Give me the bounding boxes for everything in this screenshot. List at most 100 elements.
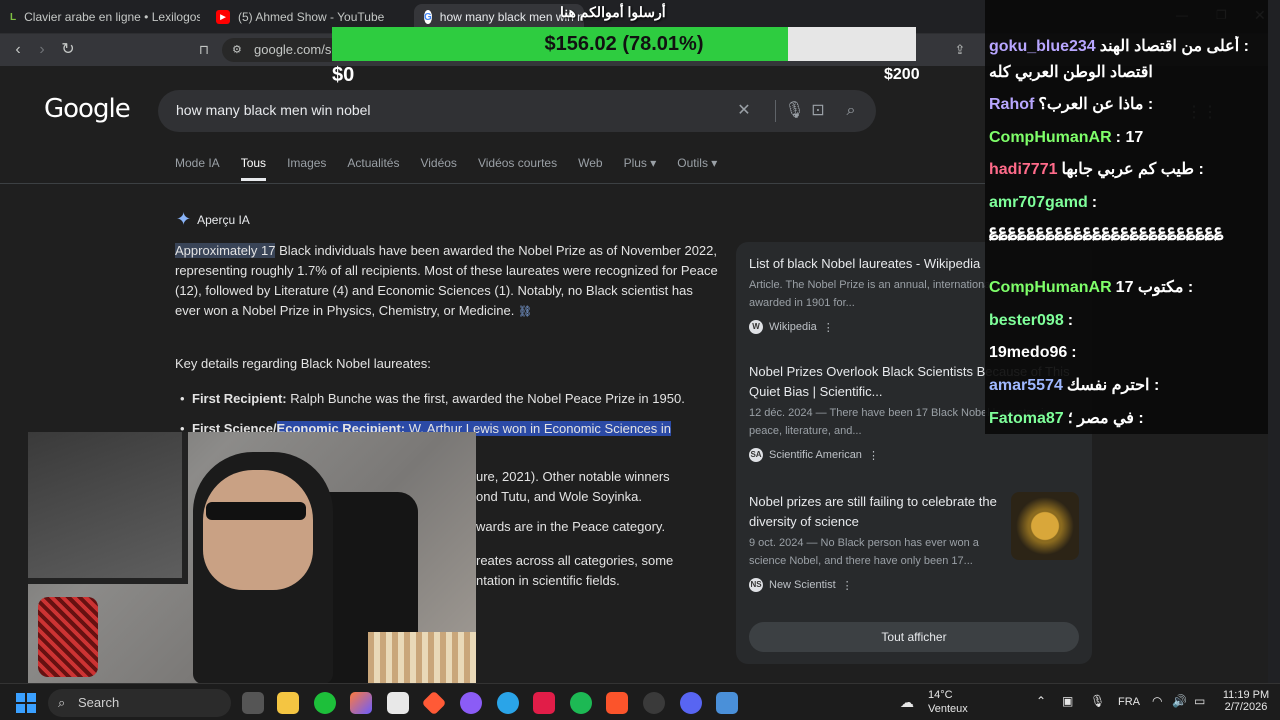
webcam-sunglasses	[206, 502, 306, 520]
source-card[interactable]: Nobel prizes are still failing to celebr…	[749, 492, 1009, 592]
language-indicator[interactable]: FRA	[1118, 696, 1140, 720]
google-icon: G	[424, 10, 432, 24]
tab-outils[interactable]: Outils ▾	[677, 156, 717, 180]
nobel-medal-thumbnail[interactable]	[1011, 492, 1079, 560]
chat-text: في مصر ؛ :	[1067, 410, 1144, 427]
store-icon[interactable]	[387, 692, 409, 714]
source-site: NS New Scientist ⋮	[749, 578, 1009, 592]
chat-username[interactable]: amar5574	[989, 377, 1063, 394]
chrome-icon[interactable]	[497, 692, 519, 714]
weather-widget[interactable]: ☁ 14°C Venteux	[900, 684, 980, 720]
chat-username[interactable]: bester098	[989, 312, 1064, 329]
tab-web[interactable]: Web	[578, 156, 602, 180]
source-site: SA Scientific American ⋮	[749, 448, 1079, 462]
app-icon[interactable]	[533, 692, 555, 714]
chat-username[interactable]: amr707gamd	[989, 194, 1088, 211]
tab-videos-courtes[interactable]: Vidéos courtes	[478, 156, 557, 180]
chat-username[interactable]: 19medo96	[989, 344, 1067, 361]
chat-text: أعلى من اقتصاد الهند :	[1099, 38, 1249, 55]
webcam-feed	[28, 432, 476, 684]
chat-username[interactable]: Fatoma87	[989, 410, 1064, 427]
ai-overview-header: ✦ Aperçu IA	[176, 209, 250, 230]
site-name: New Scientist	[769, 579, 836, 591]
tab-tous[interactable]: Tous	[240, 156, 267, 181]
copilot-icon[interactable]	[350, 692, 372, 714]
microphone-icon[interactable]: 🎙	[1090, 694, 1105, 720]
ai-overview-title: Aperçu IA	[197, 212, 250, 227]
volume-icon[interactable]: 🔊	[1172, 694, 1187, 720]
link-icon[interactable]: ⛓	[518, 306, 532, 318]
file-explorer-icon[interactable]	[277, 692, 299, 714]
tab-lexilogos[interactable]: L Clavier arabe en ligne • Lexilogos	[10, 4, 200, 30]
google-logo[interactable]: Google	[44, 94, 131, 124]
back-icon[interactable]: ‹	[8, 40, 28, 60]
tab-label: Clavier arabe en ligne • Lexilogos	[24, 10, 200, 24]
brave-icon[interactable]	[606, 692, 628, 714]
task-view-icon[interactable]	[242, 692, 264, 714]
donation-amount: $156.02 (78.01%)	[544, 33, 704, 55]
chat-text: احترم نفسك :	[1066, 377, 1160, 394]
share-icon[interactable]: ⇪	[950, 40, 970, 60]
tray-app-icon[interactable]: ▣	[1062, 694, 1073, 720]
forward-icon[interactable]: ›	[32, 40, 52, 60]
ai-overview-paragraph: Approximately 17 Black individuals have …	[175, 241, 720, 322]
clear-icon[interactable]: ✕	[733, 100, 755, 122]
chat-message: bester098:	[989, 310, 1277, 332]
clock[interactable]: 11:19 PM 2/7/2026	[1222, 684, 1270, 720]
chevron-up-icon[interactable]: ⌃	[1036, 694, 1046, 720]
tab-mode-ia[interactable]: Mode IA	[175, 156, 220, 180]
twitch-icon[interactable]	[460, 692, 482, 714]
tab-videos[interactable]: Vidéos	[420, 156, 456, 180]
tab-images[interactable]: Images	[287, 156, 326, 180]
chat-username[interactable]: CompHumanAR	[989, 129, 1112, 146]
tab-actualites[interactable]: Actualités	[347, 156, 399, 180]
chat-message: CompHumanAR: 17	[989, 127, 1277, 149]
chat-text: :	[1091, 194, 1098, 211]
xbox-icon[interactable]	[314, 692, 336, 714]
webcam-microphone	[38, 597, 98, 677]
google-header: Google how many black men win nobel ✕ 🎙 …	[0, 66, 1218, 184]
microphone-icon[interactable]: 🎙	[775, 100, 805, 122]
more-icon[interactable]: ⋮	[823, 321, 834, 334]
donation-title: أرسلوا أموالكم هنا	[560, 4, 666, 20]
search-box[interactable]: how many black men win nobel ✕ 🎙 ⊡ ⌕	[158, 90, 876, 132]
calculator-icon[interactable]	[716, 692, 738, 714]
page-scrollbar[interactable]	[1268, 0, 1280, 683]
obs-icon[interactable]	[643, 692, 665, 714]
chat-username[interactable]: CompHumanAR	[989, 279, 1112, 296]
address-text: google.com/se	[254, 42, 339, 57]
more-icon[interactable]: ⋮	[868, 449, 879, 462]
lens-icon[interactable]: ⊡	[807, 100, 829, 122]
chat-message: Rahof ماذا عن العرب؟ :	[989, 94, 1277, 116]
more-icon[interactable]: ⋮	[842, 579, 853, 592]
reload-icon[interactable]: ↻	[58, 40, 78, 60]
source-title[interactable]: Nobel prizes are still failing to celebr…	[749, 492, 1009, 532]
chat-message: CompHumanAR مكتوب 17 :	[989, 277, 1277, 299]
windows-start-icon[interactable]	[16, 693, 36, 713]
bookmark-icon[interactable]: ⊓	[194, 40, 214, 60]
search-tabs: Mode IA Tous Images Actualités Vidéos Vi…	[175, 156, 738, 181]
chat-message: 19medo96:	[989, 342, 1277, 364]
address-bar[interactable]: ⚙ google.com/se	[222, 38, 342, 62]
taskbar-search[interactable]: ⌕ Search	[48, 689, 231, 717]
chat-text: مكتوب 17 :	[1115, 279, 1194, 296]
chat-text: طيب كم عربي جابها :	[1061, 161, 1204, 178]
wifi-icon[interactable]: ◠	[1152, 694, 1162, 720]
show-all-button[interactable]: Tout afficher	[749, 622, 1079, 652]
tab-plus[interactable]: Plus ▾	[624, 156, 657, 180]
source-snippet: 9 oct. 2024 — No Black person has ever w…	[749, 537, 979, 567]
git-icon[interactable]	[421, 690, 447, 716]
chat-username[interactable]: goku_blue234	[989, 38, 1096, 55]
search-icon[interactable]: ⌕	[840, 100, 862, 122]
chat-username[interactable]: Rahof	[989, 96, 1034, 113]
wikipedia-icon: W	[749, 320, 763, 334]
battery-icon[interactable]: ▭	[1194, 694, 1205, 720]
discord-icon[interactable]	[680, 692, 702, 714]
weather-temp: 14°C	[928, 689, 953, 701]
chat-username[interactable]: hadi7771	[989, 161, 1057, 178]
spotify-icon[interactable]	[570, 692, 592, 714]
search-input[interactable]: how many black men win nobel	[176, 102, 371, 118]
scientific-american-icon: SA	[749, 448, 763, 462]
lexilogos-icon: L	[10, 11, 17, 23]
donation-min: $0	[332, 64, 355, 86]
